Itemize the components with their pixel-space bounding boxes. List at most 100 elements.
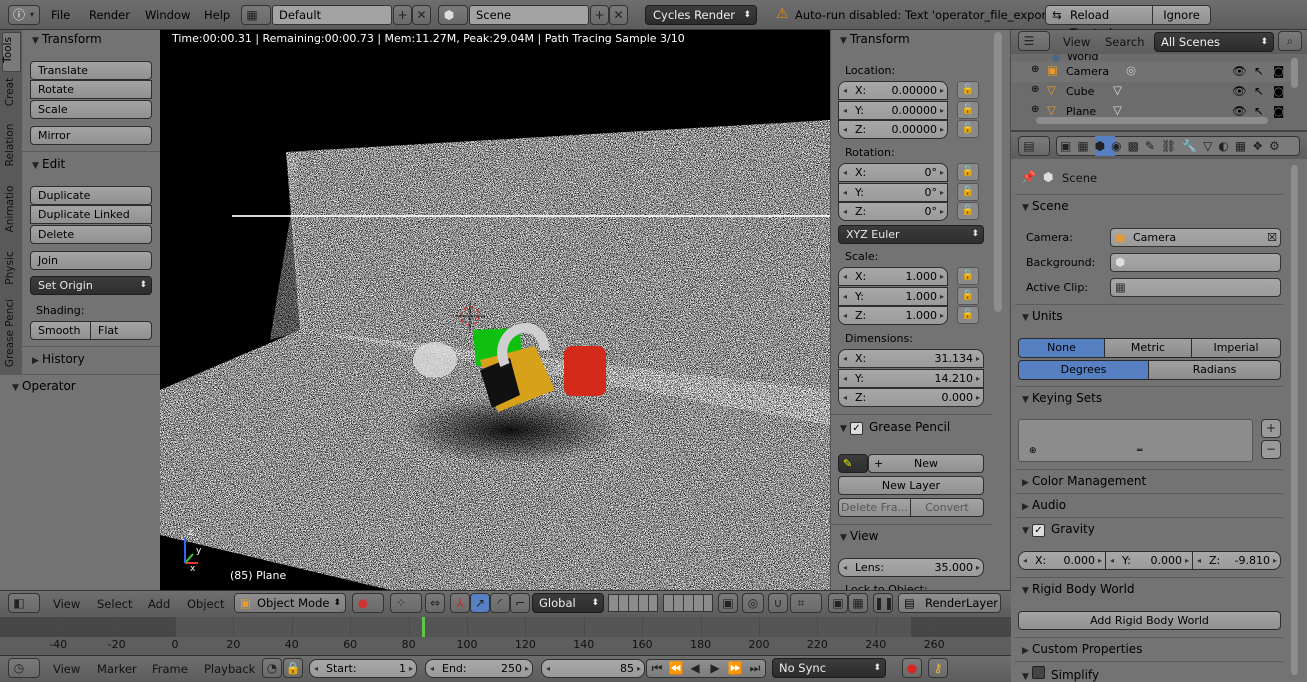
snap-element-dropdown[interactable]: ⌗ — [790, 593, 822, 613]
auto-keying-button[interactable]: ● — [902, 658, 922, 678]
view3d-select-menu[interactable]: Select — [97, 597, 132, 611]
layers-grid-2[interactable] — [663, 594, 713, 612]
rotation-x-field[interactable]: ◂ X: 0° ▸ — [838, 163, 948, 182]
arc-manipulator-button[interactable]: ◜ — [490, 593, 510, 613]
mode-dropdown[interactable]: ▣ Object Mode ⬍ — [234, 593, 346, 613]
outliner-row-plane[interactable]: ⊕ ▽ Plane ▽ 👁 ↖ ◙ — [1011, 102, 1296, 118]
gravity-x-field[interactable]: ◂ X: 0.000 ▸ — [1018, 551, 1106, 570]
scale-x-field[interactable]: ◂ X: 1.000 ▸ — [838, 267, 948, 286]
preview-range-button[interactable]: ◔ — [262, 658, 282, 678]
editor-type-info-button[interactable]: ⓘ ▾ — [8, 5, 40, 25]
outliner-row-cube[interactable]: ⊕ ▽ Cube ▽ 👁 ↖ ◙ — [1011, 82, 1296, 102]
background-field[interactable]: ⬢ — [1110, 253, 1281, 272]
units-none-button[interactable]: None — [1018, 338, 1105, 358]
convert-button[interactable]: Convert — [910, 498, 984, 517]
add-scene-button[interactable]: + — [590, 5, 609, 25]
grease-pencil-header[interactable]: ▼ ✓ Grease Pencil — [840, 420, 950, 435]
proportional-edit-button[interactable]: ◎ — [742, 593, 764, 613]
radians-button[interactable]: Radians — [1148, 360, 1281, 380]
units-panel-header[interactable]: ▼ Units — [1022, 309, 1063, 323]
layout-field[interactable]: Default — [272, 5, 392, 25]
rotation-y-lock-icon[interactable]: 🔓 — [957, 182, 979, 201]
translate-manipulator-button[interactable]: ⅄ — [450, 593, 470, 613]
gravity-checkbox[interactable]: ✓ — [1032, 524, 1045, 537]
menu-help[interactable]: Help — [204, 0, 230, 30]
remove-keying-set-button[interactable]: − — [1261, 440, 1281, 459]
tab-animation-label[interactable]: Animatio — [4, 180, 22, 238]
render-icon[interactable]: ◙ — [1273, 64, 1284, 78]
tab-relation-label[interactable]: Relation — [4, 118, 22, 172]
end-frame-field[interactable]: ◂ End: 250 ▸ — [425, 659, 533, 678]
delete-button[interactable]: Delete — [30, 225, 152, 244]
add-rigid-body-world-button[interactable]: Add Rigid Body World — [1018, 611, 1281, 630]
units-imperial-button[interactable]: Imperial — [1191, 338, 1281, 358]
reload-trusted-button[interactable]: ⇆Reload Trusted — [1045, 5, 1153, 40]
ignore-button[interactable]: Ignore — [1152, 5, 1211, 25]
jump-end-icon[interactable]: ⏭ — [746, 659, 764, 677]
translate-button[interactable]: Translate — [30, 61, 152, 80]
pencil-icon-button[interactable]: ✎ — [838, 454, 868, 473]
scale-z-field[interactable]: ◂ Z: 1.000 ▸ — [838, 306, 948, 325]
outliner-row-camera[interactable]: ⊕ ▣ Camera ◎ 👁 ↖ ◙ — [1011, 62, 1296, 82]
scene-panel-header[interactable]: ▼ Scene — [1022, 199, 1069, 213]
gravity-z-field[interactable]: ◂ Z: -9.810 ▸ — [1192, 551, 1281, 570]
remove-layout-button[interactable]: ✕ — [412, 5, 431, 25]
add-keying-set-button[interactable]: + — [1261, 419, 1281, 438]
timeline-view-menu[interactable]: View — [53, 662, 80, 676]
rigid-body-world-header[interactable]: ▼ Rigid Body World — [1022, 582, 1135, 596]
keying-sets-list[interactable]: ═ ⊕ — [1018, 419, 1253, 462]
outliner-type-button[interactable]: ☰ — [1018, 31, 1050, 51]
editor-type-timeline-button[interactable]: ◷ — [8, 658, 40, 678]
history-panel-header[interactable]: ▶ History — [32, 352, 85, 366]
location-z-field[interactable]: ◂ Z: 0.00000 ▸ — [838, 120, 948, 139]
layout-selector-icon[interactable]: ▦ — [241, 5, 271, 25]
outliner-view-menu[interactable]: View — [1063, 35, 1090, 49]
delete-frame-button[interactable]: Delete Fra... — [838, 498, 911, 517]
set-origin-dropdown[interactable]: Set Origin ⬍ — [30, 276, 152, 295]
tab-grease-pencil-label[interactable]: Grease Penci — [4, 296, 22, 370]
viewport-3d[interactable]: Time:00:00.31 | Remaining:00:00.73 | Mem… — [160, 30, 830, 590]
outliner-vscrollbar[interactable] — [1291, 58, 1298, 88]
timeline-marker-menu[interactable]: Marker — [97, 662, 137, 676]
duplicate-button[interactable]: Duplicate — [30, 186, 152, 205]
lock-time-cursor-button[interactable]: 🔒 — [283, 658, 303, 678]
outliner-filter-dropdown[interactable]: All Scenes ⬍ — [1154, 32, 1274, 52]
audio-header[interactable]: ▶ Audio — [1022, 498, 1066, 512]
add-layout-button[interactable]: + — [393, 5, 412, 25]
lens-field[interactable]: ◂ Lens: 35.000 ▸ — [838, 558, 984, 577]
location-z-lock-icon[interactable]: 🔓 — [957, 120, 979, 138]
units-metric-button[interactable]: Metric — [1104, 338, 1192, 358]
join-button[interactable]: Join — [30, 251, 152, 270]
scale-y-field[interactable]: ◂ Y: 1.000 ▸ — [838, 286, 948, 306]
mirror-button[interactable]: Mirror — [30, 126, 152, 145]
flat-button[interactable]: Flat — [90, 321, 152, 340]
tab-create-label[interactable]: Creat — [4, 72, 22, 112]
location-x-lock-icon[interactable]: 🔓 — [957, 81, 979, 99]
sync-dropdown[interactable]: No Sync ⬍ — [772, 658, 886, 678]
edit-panel-header[interactable]: ▼ Edit — [32, 157, 65, 171]
menu-file[interactable]: File — [51, 0, 70, 30]
select-arrow-icon[interactable]: ↖ — [1254, 84, 1264, 98]
properties-type-button[interactable]: ▤ — [1018, 136, 1050, 156]
render-engine-dropdown[interactable]: Cycles Render ⬍ — [645, 5, 757, 25]
play-icon[interactable]: ▶ — [706, 659, 724, 677]
expand-icon[interactable]: ⊕ — [1031, 64, 1039, 75]
view3d-view-menu[interactable]: View — [53, 597, 80, 611]
clear-icon[interactable]: ☒ — [1267, 229, 1277, 246]
smooth-button[interactable]: Smooth — [30, 321, 91, 340]
scene-field[interactable]: Scene — [469, 5, 589, 25]
pivot-point-dropdown[interactable]: ⁘ — [390, 593, 422, 613]
camera-field[interactable]: ▣ Camera ☒ — [1110, 228, 1281, 247]
layers-grid-1[interactable] — [608, 594, 658, 612]
view3d-object-menu[interactable]: Object — [187, 597, 224, 611]
current-frame-field[interactable]: ◂ 85 ▸ — [541, 659, 645, 678]
rotation-z-field[interactable]: ◂ Z: 0° ▸ — [838, 202, 948, 221]
rotate-button[interactable]: Rotate — [30, 80, 152, 99]
scale-x-lock-icon[interactable]: 🔓 — [957, 267, 979, 285]
render-icon[interactable]: ◙ — [1273, 104, 1284, 118]
degrees-button[interactable]: Degrees — [1018, 360, 1149, 380]
eye-icon[interactable]: 👁 — [1232, 64, 1247, 78]
expand-icon[interactable]: ⊕ — [1031, 84, 1039, 95]
scale-manipulator-button[interactable]: ⌐ — [510, 593, 530, 613]
n-panel-scrollbar[interactable] — [994, 32, 1002, 312]
